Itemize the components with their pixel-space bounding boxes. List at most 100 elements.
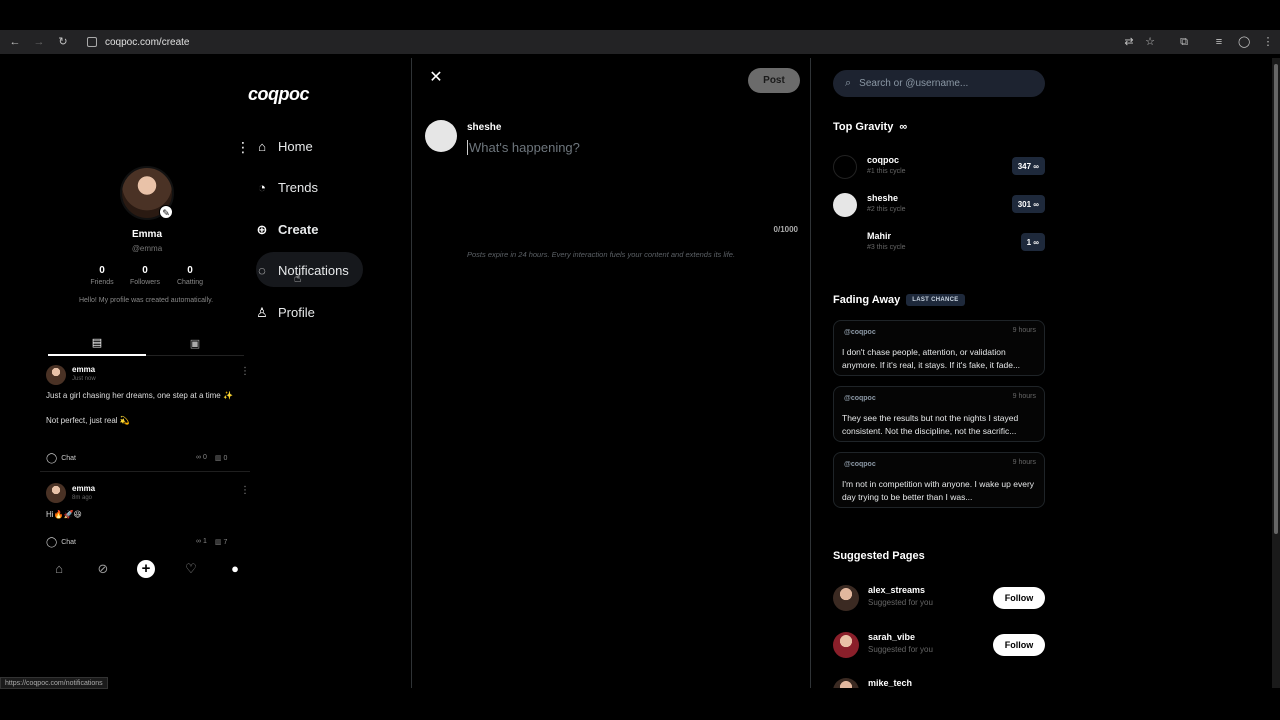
translate-icon[interactable]: ⇄: [1123, 36, 1135, 48]
post-avatar[interactable]: [46, 365, 66, 385]
tab-media[interactable]: ▣: [146, 330, 244, 356]
feed-post[interactable]: emma 8m ago ⋮ Hi🔥🚀😆 ◯ Chat ∞ 1 ▥ 7: [44, 482, 250, 552]
suggested-name: alex_streams: [868, 585, 926, 595]
more-options-icon[interactable]: ⋮: [240, 366, 250, 377]
infinity-value: 1: [202, 538, 207, 545]
search-input[interactable]: ⌕ Search or @username...: [833, 70, 1045, 97]
views-value: 7: [223, 539, 228, 546]
post-author[interactable]: emma: [72, 365, 95, 374]
gravity-name: Mahir: [867, 231, 892, 241]
extensions-icon[interactable]: ⧉: [1178, 36, 1190, 48]
fading-post-text: They see the results but not the nights …: [842, 413, 1019, 436]
more-vertical-icon[interactable]: ⋮: [236, 139, 250, 156]
suggested-row[interactable]: mike_tech: [833, 676, 1045, 688]
create-icon: ⊕: [256, 222, 268, 236]
stat-friends[interactable]: 0 Friends: [82, 265, 122, 286]
home-icon[interactable]: ⌂: [50, 560, 68, 578]
stat-chatting[interactable]: 0 Chatting: [170, 265, 210, 286]
gravity-row[interactable]: coqpoc #1 this cycle 347 ∞: [833, 151, 1045, 181]
tab-posts[interactable]: ▤: [48, 330, 146, 356]
nav-item-trends[interactable]: ◔ Trends: [256, 175, 318, 199]
site-info-icon[interactable]: [87, 37, 97, 47]
browser-tab-strip: [0, 0, 1280, 30]
edit-avatar-icon[interactable]: ✎: [159, 205, 173, 219]
suggested-avatar: [833, 632, 859, 658]
fading-post-card[interactable]: @coqpoc 9 hours They see the results but…: [833, 386, 1045, 442]
composer-avatar: [425, 120, 457, 152]
compass-icon[interactable]: ⊘: [94, 560, 112, 578]
post-button[interactable]: Post: [748, 68, 800, 93]
chat-bubble-icon: ◯: [46, 537, 58, 548]
last-chance-badge: LAST CHANCE: [906, 294, 965, 306]
menu-icon[interactable]: ⋮: [1262, 36, 1274, 48]
bottom-nav: ⌂ ⊘ + ♡ ●: [40, 556, 252, 582]
suggested-row[interactable]: sarah_vibe Suggested for you Follow: [833, 630, 1045, 662]
gravity-avatar: [833, 193, 857, 217]
heart-icon[interactable]: ♡: [182, 560, 200, 578]
gravity-name: coqpoc: [867, 155, 900, 165]
post-time: 8m ago: [72, 495, 93, 501]
views-count: ▥ 7: [215, 538, 227, 546]
expiry-note: Posts expire in 24 hours. Every interact…: [467, 250, 736, 259]
gravity-rank: #1 this cycle: [867, 168, 906, 175]
chat-bubble-icon: ◯: [46, 453, 58, 464]
views-count: ▥ 0: [215, 454, 227, 462]
address-bar[interactable]: coqpoc.com/create: [105, 37, 190, 48]
chat-label: Chat: [61, 539, 76, 546]
gravity-score: 301 ∞: [1011, 195, 1045, 213]
close-icon[interactable]: ✕: [428, 70, 444, 86]
gravity-row[interactable]: sheshe #2 this cycle 301 ∞: [833, 189, 1045, 219]
post-stats: ∞ 0 ▥ 0: [196, 454, 227, 462]
profile-icon[interactable]: ●: [226, 560, 244, 578]
app-logo[interactable]: coqpoc: [248, 84, 310, 105]
page-scrollbar[interactable]: [1272, 58, 1280, 688]
fading-post-time: 9 hours: [1012, 459, 1036, 466]
post-author[interactable]: emma: [72, 484, 95, 493]
suggested-pages-heading: Suggested Pages: [833, 550, 925, 562]
bookmark-star-icon[interactable]: ☆: [1144, 36, 1156, 48]
forward-icon[interactable]: →: [33, 36, 45, 48]
scrollbar-thumb[interactable]: [1274, 64, 1278, 534]
follow-button[interactable]: Follow: [993, 587, 1045, 609]
nav-label: Notifications: [278, 262, 349, 278]
fading-post-text: I don't chase people, attention, or vali…: [842, 347, 1021, 370]
gravity-avatar: [833, 155, 857, 179]
gravity-row[interactable]: Mahir #3 this cycle 1 ∞: [833, 227, 1045, 257]
chat-button[interactable]: ◯ Chat: [46, 537, 76, 548]
reload-icon[interactable]: ↻: [57, 36, 69, 48]
feed-post[interactable]: emma Just now ⋮ Just a girl chasing her …: [44, 363, 250, 468]
infinity-count[interactable]: ∞ 1: [196, 538, 207, 546]
nav-item-home[interactable]: ⌂ Home: [256, 134, 313, 158]
chat-button[interactable]: ◯ Chat: [46, 453, 76, 464]
suggested-row[interactable]: alex_streams Suggested for you Follow: [833, 583, 1045, 615]
back-icon[interactable]: ←: [9, 36, 21, 48]
stat-followers[interactable]: 0 Followers: [125, 265, 165, 286]
trends-icon: ◔: [258, 180, 266, 194]
infinity-value: 0: [202, 454, 207, 461]
suggested-name: sarah_vibe: [868, 632, 916, 642]
more-options-icon[interactable]: ⋮: [240, 485, 250, 496]
fading-post-card[interactable]: @coqpoc 9 hours I don't chase people, at…: [833, 320, 1045, 376]
nav-label: Home: [278, 138, 313, 154]
follow-button[interactable]: Follow: [993, 634, 1045, 656]
nav-item-create[interactable]: ⊕ Create: [256, 217, 319, 241]
media-icon[interactable]: ≡: [1213, 36, 1225, 48]
post-text: Hi🔥🚀😆: [46, 510, 82, 519]
account-icon[interactable]: ◯: [1238, 36, 1250, 48]
profile-bio: Hello! My profile was created automatica…: [78, 297, 214, 304]
stat-value: 0: [142, 265, 148, 276]
nav-item-profile[interactable]: ♙ Profile: [256, 300, 315, 324]
gravity-avatar: [833, 231, 857, 255]
stat-value: 0: [187, 265, 193, 276]
post-textarea[interactable]: What's happening?: [467, 140, 580, 155]
gallery-icon: ▣: [189, 337, 201, 350]
bar-chart-icon: ▥: [214, 539, 222, 546]
fading-post-card[interactable]: @coqpoc 9 hours I'm not in competition w…: [833, 452, 1045, 508]
fading-post-text: I'm not in competition with anyone. I wa…: [842, 479, 1035, 502]
post-avatar[interactable]: [46, 483, 66, 503]
gravity-name: sheshe: [867, 193, 899, 203]
profile-name: Emma: [131, 229, 162, 240]
create-plus-icon[interactable]: +: [137, 560, 155, 578]
gravity-rank: #2 this cycle: [867, 206, 906, 213]
infinity-count[interactable]: ∞ 0: [196, 454, 207, 462]
